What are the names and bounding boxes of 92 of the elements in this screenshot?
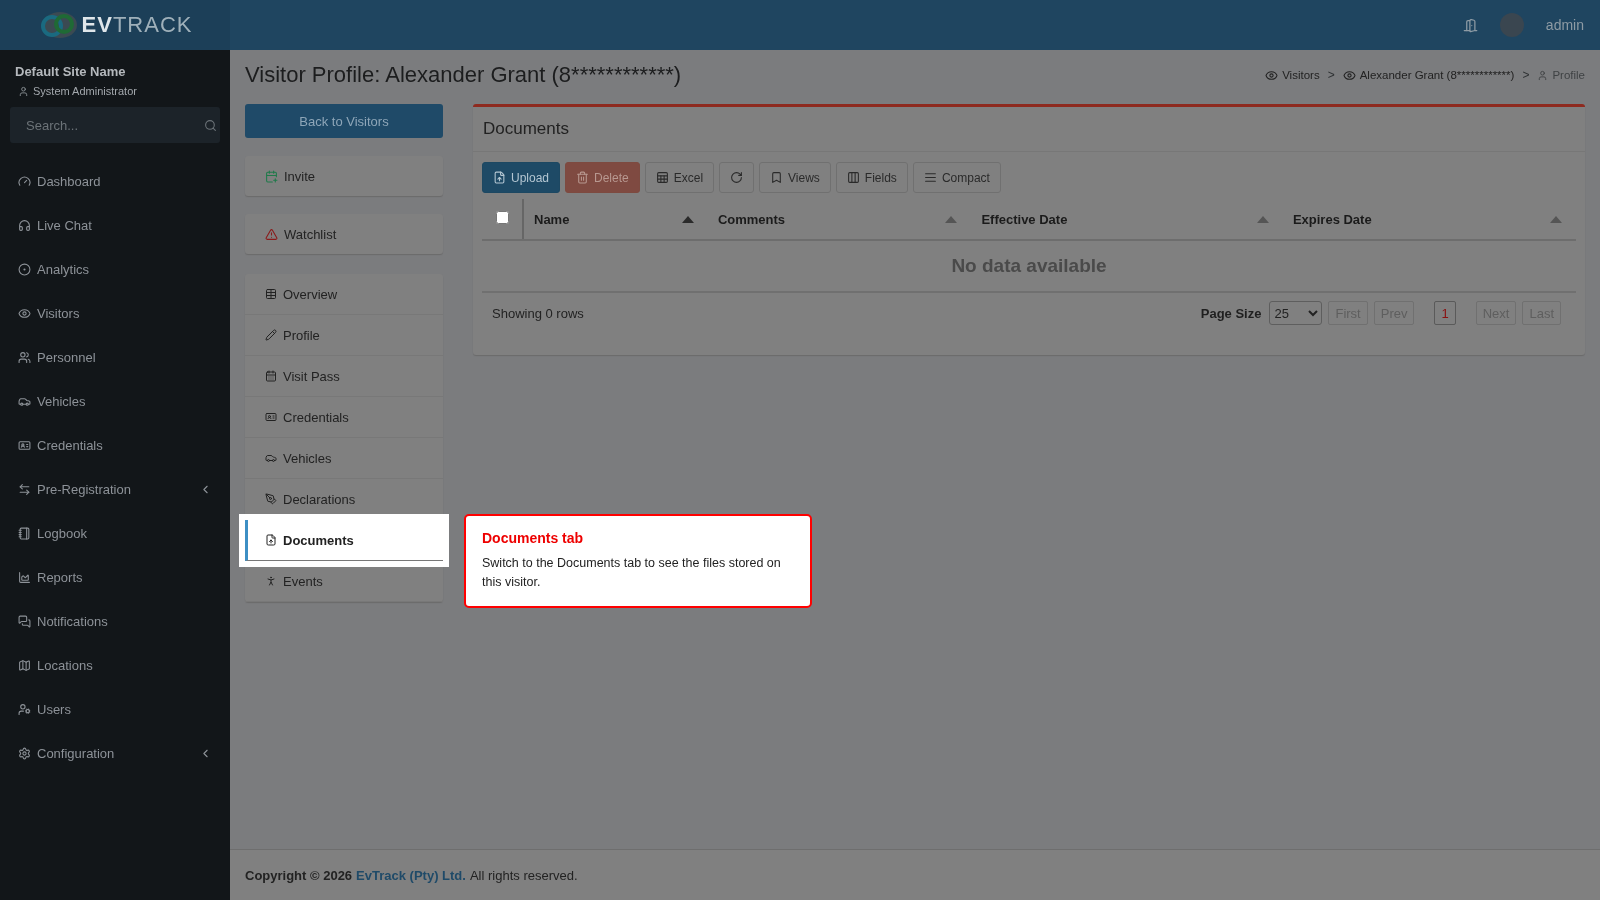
calendar-plus-icon xyxy=(265,169,278,183)
bookmark-icon xyxy=(770,171,784,184)
gauge-icon xyxy=(18,174,31,188)
sidebar-item[interactable]: Configuration xyxy=(10,731,220,775)
page-size-select[interactable]: 25 xyxy=(1269,301,1323,325)
eye-icon xyxy=(18,306,31,320)
headset-icon xyxy=(18,218,31,232)
toolbar-button[interactable]: Compact xyxy=(912,162,1001,193)
breadcrumb-link[interactable]: Visitors xyxy=(1282,69,1320,81)
calendar-icon xyxy=(265,370,277,382)
file-icon xyxy=(265,534,277,546)
eye-icon xyxy=(1342,68,1356,82)
tooltip-text: Switch to the Documents tab to see the files stored on this visitor. xyxy=(482,555,782,591)
search-icon xyxy=(204,118,217,132)
copyright-text: Copyright © 2026 xyxy=(245,867,353,883)
map-icon xyxy=(18,658,31,672)
select-all-checkbox[interactable] xyxy=(495,211,509,224)
user-icon xyxy=(18,85,29,97)
profile-tab[interactable]: Visit Pass xyxy=(245,356,443,397)
eye-icon xyxy=(1265,68,1279,82)
list-icon xyxy=(923,171,937,184)
column-header[interactable]: Effective Date xyxy=(971,199,1283,240)
sidebar-item[interactable]: Locations xyxy=(10,643,220,687)
arrows-icon xyxy=(18,482,31,496)
spreadsheet-icon xyxy=(655,171,669,184)
action-card[interactable]: Watchlist xyxy=(245,214,443,254)
breadcrumb-link[interactable]: Alexander Grant (8************) xyxy=(1359,69,1515,81)
page-title: Visitor Profile: Alexander Grant (8************) xyxy=(245,62,682,88)
sidebar-item[interactable]: Vehicles xyxy=(10,379,220,423)
warning-icon xyxy=(265,227,278,241)
profile-tab[interactable]: Profile xyxy=(245,315,443,356)
sidebar-item[interactable]: Analytics xyxy=(10,247,220,291)
sidebar-item[interactable]: Notifications xyxy=(10,599,220,643)
card-label: Invite xyxy=(284,168,316,184)
target-icon xyxy=(18,262,31,276)
notebook-icon xyxy=(18,526,31,540)
sidebar-item[interactable]: Reports xyxy=(10,555,220,599)
toolbar-button[interactable]: Fields xyxy=(835,162,908,193)
sidebar-item[interactable]: Credentials xyxy=(10,423,220,467)
columns-icon xyxy=(846,171,860,184)
pen-icon xyxy=(265,493,277,505)
site-name: Default Site Name xyxy=(14,64,127,79)
back-button[interactable]: Back to Visitors xyxy=(245,104,443,138)
panel-title: Documents xyxy=(473,107,1585,152)
toolbar-button[interactable]: Excel xyxy=(644,162,715,193)
people-icon xyxy=(18,350,31,364)
settings-icon xyxy=(18,746,31,760)
table-icon xyxy=(265,288,277,300)
breadcrumb-separator: > xyxy=(1522,68,1530,82)
chart-icon xyxy=(18,570,31,584)
user-icon xyxy=(1537,69,1549,81)
breadcrumb-separator: > xyxy=(1327,68,1335,82)
chat-icon xyxy=(18,614,31,628)
column-header[interactable]: Expires Date xyxy=(1282,199,1576,240)
door-icon[interactable] xyxy=(1462,17,1478,33)
page-number[interactable]: 1 xyxy=(1434,301,1456,325)
toolbar-button[interactable]: Views xyxy=(759,162,831,193)
toolbar-button[interactable] xyxy=(719,162,755,193)
column-header[interactable]: Name xyxy=(523,199,708,240)
sidebar-item[interactable]: Live Chat xyxy=(10,203,220,247)
sidebar-item[interactable]: Logbook xyxy=(10,511,220,555)
profile-tab[interactable]: Events xyxy=(245,561,443,602)
search-input[interactable]: Search... xyxy=(24,116,204,134)
profile-tab[interactable]: Vehicles xyxy=(245,438,443,479)
file-upload-icon xyxy=(493,171,506,184)
sidebar-item[interactable]: Pre-Registration xyxy=(10,467,220,511)
profile-tab[interactable]: Overview xyxy=(245,274,443,315)
logo: EVTRACK xyxy=(0,0,230,50)
tooltip-title: Documents tab xyxy=(482,530,585,546)
user-role: System Administrator xyxy=(33,85,137,97)
card-label: Watchlist xyxy=(284,226,337,242)
pencil-icon xyxy=(265,329,277,341)
user-name[interactable]: admin xyxy=(1545,17,1584,33)
toolbar-button[interactable]: Upload xyxy=(482,162,561,193)
user-gear-icon xyxy=(18,702,31,716)
rights-text: All rights reserved. xyxy=(469,867,578,883)
column-header[interactable]: Comments xyxy=(707,199,972,240)
trash-icon xyxy=(576,171,590,184)
car-icon xyxy=(265,452,277,464)
row-count: Showing 0 rows xyxy=(492,305,584,321)
refresh-icon xyxy=(730,171,744,184)
sidebar-item[interactable]: Personnel xyxy=(10,335,220,379)
sidebar-item[interactable]: Users xyxy=(10,687,220,731)
page-size-label: Page Size xyxy=(1200,305,1262,321)
action-card[interactable]: Invite xyxy=(245,156,443,196)
id-card-icon xyxy=(18,438,31,452)
company-link[interactable]: EvTrack (Pty) Ltd. xyxy=(356,867,466,883)
id-card-icon xyxy=(265,411,277,423)
search-field[interactable]: Search... xyxy=(10,107,220,143)
sidebar-item[interactable]: Dashboard xyxy=(10,159,220,203)
sidebar-item[interactable]: Visitors xyxy=(10,291,220,335)
profile-tab[interactable]: Credentials xyxy=(245,397,443,438)
